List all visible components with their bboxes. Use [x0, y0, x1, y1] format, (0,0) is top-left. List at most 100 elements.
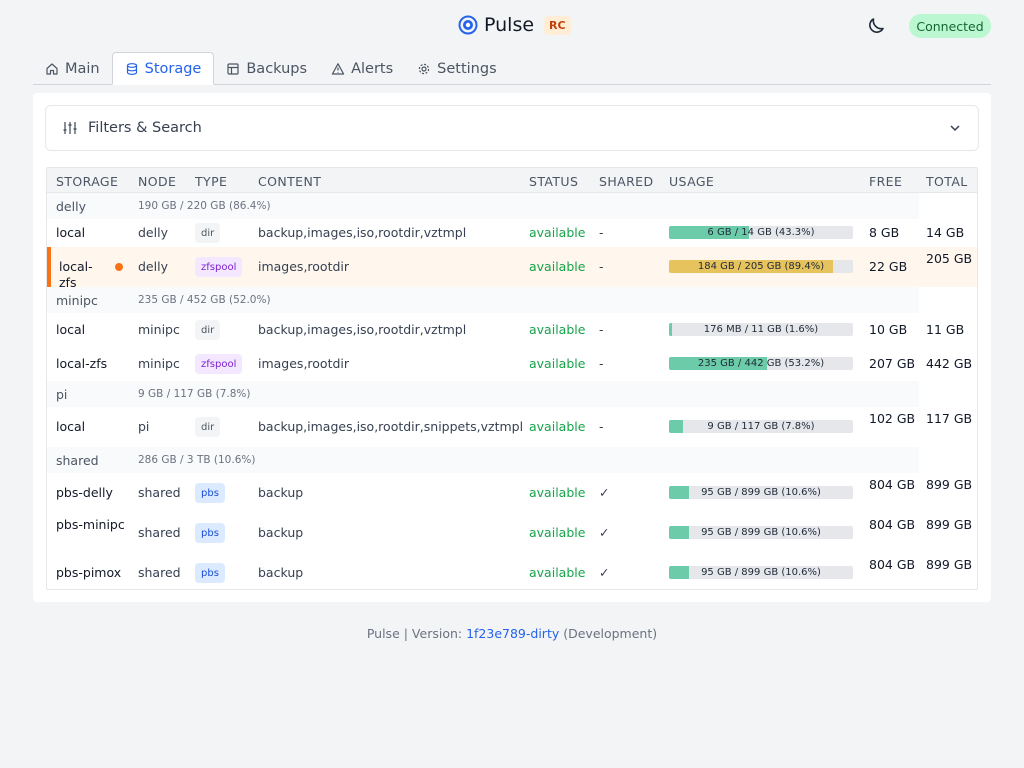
filters-label: Filters & Search	[88, 120, 202, 136]
tab-storage[interactable]: Storage	[111, 52, 215, 85]
storage-name: pbs-pimox	[56, 565, 122, 580]
warning-icon	[331, 62, 345, 75]
content-types: backup	[258, 485, 304, 500]
tab-alerts-label: Alerts	[351, 60, 394, 77]
group-row-spacer	[919, 447, 977, 473]
free-space: 207 GB	[869, 356, 916, 371]
group-row-spacer	[919, 287, 977, 313]
storage-name: local	[56, 419, 86, 434]
group-summary: 286 GB / 3 TB (10.6%)	[138, 454, 256, 466]
total-space: 205 GB	[926, 251, 973, 266]
group-name: shared	[56, 453, 99, 468]
shared-indicator: -	[599, 356, 604, 371]
table-row[interactable]: pbs-delly shared pbs backup available ✓ 95 GB …	[47, 473, 977, 513]
type-badge: zfspool	[195, 257, 243, 277]
storage-name: local-zfs	[56, 356, 108, 371]
home-icon	[46, 62, 58, 75]
tab-alerts[interactable]: Alerts	[319, 52, 405, 85]
col-content[interactable]: CONTENT	[258, 174, 321, 189]
footer-prefix: Pulse | Version:	[366, 626, 467, 641]
free-space: 102 GB	[869, 411, 916, 426]
moon-icon[interactable]	[864, 14, 888, 38]
type-badge: pbs	[195, 563, 225, 583]
table-row[interactable]: pbs-minipc shared pbs backup available ✓ 95 GB…	[47, 513, 977, 553]
tab-settings-label: Settings	[437, 60, 497, 77]
usage-bar: 6 GB / 14 GB (43.3%)	[669, 226, 853, 239]
content-types: backup	[258, 525, 304, 540]
table-row[interactable]: local minipc dir backup,images,iso,rootdir,…	[47, 313, 977, 347]
total-space: 11 GB	[926, 322, 965, 337]
status-text: available	[529, 225, 586, 240]
shared-indicator: ✓	[599, 525, 610, 540]
tab-backups[interactable]: Backups	[214, 52, 319, 85]
table-row[interactable]: local pi dir backup,images,iso,rootdir,snip…	[47, 407, 977, 447]
app-title: Pulse	[484, 14, 535, 36]
alert-indicator-bar	[47, 247, 51, 287]
col-shared[interactable]: SHARED	[599, 174, 654, 189]
group-name: pi	[56, 387, 68, 402]
group-row-delly: delly 190 GB / 220 GB (86.4%)	[47, 193, 977, 219]
status-text: available	[529, 565, 586, 580]
table-row[interactable]: pbs-pimox shared pbs backup available ✓ 95 GB …	[47, 553, 977, 589]
node-name: shared	[138, 565, 181, 580]
total-space: 14 GB	[926, 225, 965, 240]
usage-bar: 184 GB / 205 GB (89.4%)	[669, 260, 853, 273]
group-row-spacer	[919, 193, 977, 219]
table-row[interactable]: local-zfs delly zfspool images,rootdir avail…	[47, 247, 977, 290]
table-row[interactable]: local delly dir backup,images,iso,rootdir,v…	[47, 219, 977, 247]
group-row-pi: pi 9 GB / 117 GB (7.8%)	[47, 381, 977, 407]
col-usage[interactable]: USAGE	[669, 174, 714, 189]
shared-indicator: -	[599, 225, 604, 240]
storage-table: STORAGE NODE TYPE CONTENT STATUS SHARED …	[46, 167, 978, 590]
group-name: minipc	[56, 293, 98, 308]
filters-toggle[interactable]: Filters & Search	[45, 105, 979, 151]
content-types: backup,images,iso,rootdir,vztmpl	[258, 225, 467, 240]
tab-settings[interactable]: Settings	[405, 52, 508, 85]
node-name: delly	[138, 259, 168, 274]
footer-suffix: (Development)	[559, 626, 658, 641]
free-space: 8 GB	[869, 225, 900, 240]
col-free[interactable]: FREE	[869, 174, 902, 189]
col-status[interactable]: STATUS	[529, 174, 578, 189]
storage-name: pbs-delly	[56, 485, 113, 500]
node-name: shared	[138, 525, 181, 540]
table-row[interactable]: local-zfs minipc zfspool images,rootdir avai…	[47, 347, 977, 381]
status-text: available	[529, 259, 586, 274]
content-types: backup,images,iso,rootdir,snippets,vztmp…	[258, 419, 524, 434]
total-space: 117 GB	[926, 411, 973, 426]
usage-bar: 176 MB / 11 GB (1.6%)	[669, 323, 853, 336]
status-text: available	[529, 525, 586, 540]
col-total[interactable]: TOTAL	[926, 174, 968, 189]
chevron-down-icon	[950, 125, 960, 132]
storage-name: local	[56, 322, 86, 337]
table-header: STORAGE NODE TYPE CONTENT STATUS SHARED …	[47, 168, 977, 193]
tab-backups-label: Backups	[246, 60, 308, 77]
col-storage[interactable]: STORAGE	[56, 174, 118, 189]
type-badge: pbs	[195, 523, 225, 543]
col-type[interactable]: TYPE	[195, 174, 227, 189]
free-space: 10 GB	[869, 322, 908, 337]
usage-text: 95 GB / 899 GB (10.6%)	[701, 527, 821, 538]
brand: Pulse RC	[458, 14, 571, 36]
free-space: 22 GB	[869, 259, 908, 274]
content-types: backup	[258, 565, 304, 580]
alert-dot-icon	[115, 263, 123, 271]
version-link[interactable]: 1f23e789-dirty	[466, 626, 559, 641]
status-text: available	[529, 356, 586, 371]
usage-bar: 235 GB / 442 GB (53.2%)	[669, 357, 853, 370]
tab-main[interactable]: Main	[33, 52, 112, 85]
release-badge: RC	[544, 15, 571, 35]
group-summary: 235 GB / 452 GB (52.0%)	[138, 294, 271, 306]
storage-name: pbs-minipc	[56, 517, 125, 532]
total-space: 899 GB	[926, 557, 973, 572]
node-name: minipc	[138, 356, 180, 371]
shared-indicator: ✓	[599, 565, 610, 580]
group-row-spacer	[919, 381, 977, 407]
usage-text: 235 GB / 442 GB (53.2%)	[697, 358, 825, 369]
col-node[interactable]: NODE	[138, 174, 176, 189]
status-text: available	[529, 419, 586, 434]
type-badge: dir	[195, 320, 221, 340]
usage-bar: 95 GB / 899 GB (10.6%)	[669, 566, 853, 579]
content-types: images,rootdir	[258, 356, 350, 371]
content-types: images,rootdir	[258, 259, 350, 274]
